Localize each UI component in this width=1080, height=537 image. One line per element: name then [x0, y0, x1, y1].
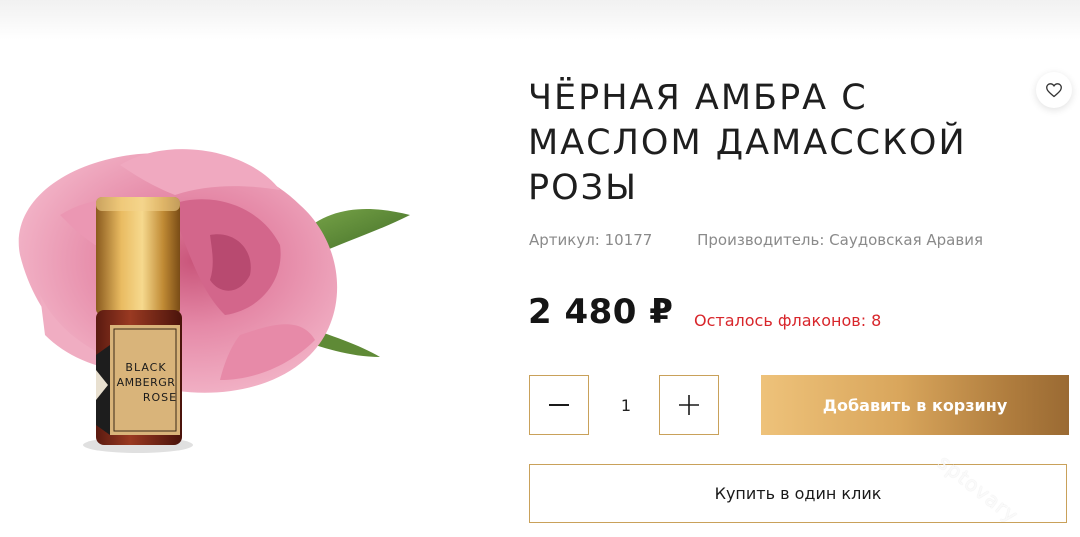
product-meta: Артикул: 10177 Производитель: Саудовская…	[529, 231, 983, 249]
product-image: BLACK AMBERGR ROSE	[0, 95, 430, 515]
product-page: BLACK AMBERGR ROSE ЧЁРНАЯ АМБРА С МАСЛОМ…	[0, 0, 1080, 537]
buy-one-click-button[interactable]: Купить в один клик	[529, 464, 1067, 523]
quantity-input[interactable]	[589, 375, 663, 437]
quantity-stepper	[529, 375, 719, 437]
stock-remaining: Осталось флаконов: 8	[694, 311, 882, 330]
minus-icon	[549, 404, 569, 406]
bottle-label-line-3: ROSE	[143, 391, 177, 404]
heart-icon	[1046, 83, 1062, 98]
add-to-cart-button[interactable]: Добавить в корзину	[761, 375, 1069, 435]
sku-label: Артикул: 10177	[529, 231, 653, 249]
quantity-increase-button[interactable]	[659, 375, 719, 435]
quantity-decrease-button[interactable]	[529, 375, 589, 435]
rose-perfume-illustration: BLACK AMBERGR ROSE	[18, 149, 410, 453]
plus-icon	[679, 395, 699, 415]
bottle-label-line-2: AMBERGR	[117, 376, 176, 389]
product-title: ЧЁРНАЯ АМБРА С МАСЛОМ ДАМАССКОЙ РОЗЫ	[528, 78, 967, 208]
bottle-label-line-1: BLACK	[125, 361, 166, 374]
product-price: 2 480 ₽	[528, 292, 674, 332]
wishlist-button[interactable]	[1036, 72, 1072, 108]
manufacturer-label: Производитель: Саудовская Аравия	[697, 231, 983, 249]
